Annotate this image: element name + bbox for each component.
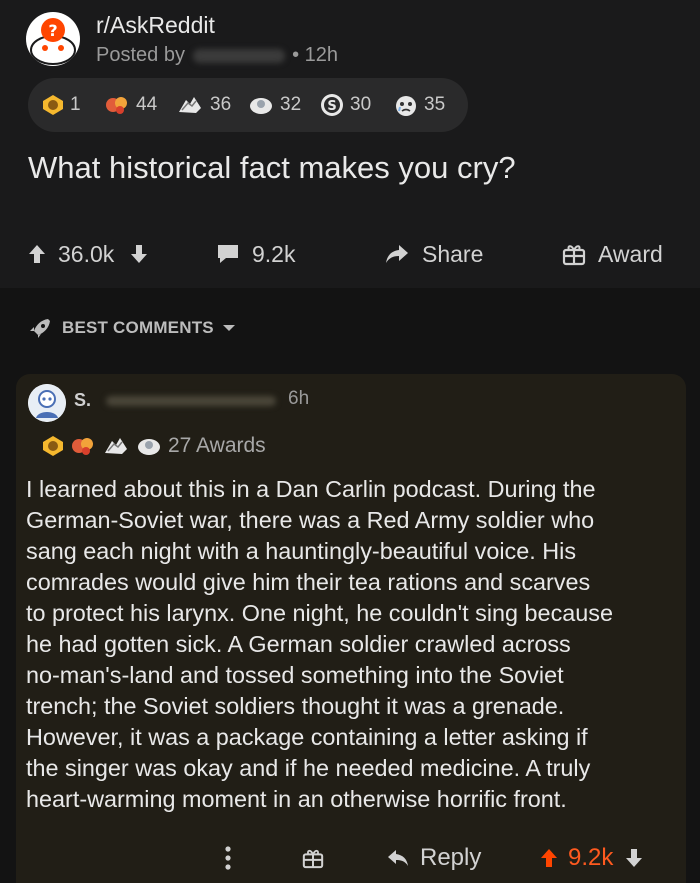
comment-line: the singer was okay and if he needed med… [26,755,591,781]
award-item: 36 [176,92,231,118]
helpful-award-icon [250,98,272,114]
give-award-button[interactable] [302,842,334,874]
gift-icon [562,245,586,266]
award-count: 44 [136,94,158,115]
award-count: 32 [280,94,302,115]
tearful-award-icon [396,96,416,116]
upvote-icon[interactable] [28,243,46,265]
share-button[interactable]: Share [384,237,483,271]
chevron-down-icon [222,325,235,331]
award-count: 36 [210,94,232,115]
comment-line: no-man's-land and tossed something into … [26,662,564,688]
reply-icon [388,850,408,866]
awards-count-label: 27 Awards [168,434,266,457]
post-time: • 12h [292,44,339,66]
comment-vote-count: 9.2k [568,844,614,871]
comment-vote-controls: 9.2k [540,842,653,874]
bravo-award-icon [179,97,201,113]
share-label: Share [422,240,484,267]
comment-line: to protect his larynx. One night, he cou… [26,600,613,626]
comment-count: 9.2k [252,240,296,267]
comment-body: I learned about this in a Dan Carlin pod… [26,474,686,815]
downvote-icon[interactable] [130,243,148,265]
comment-line: I learned about this in a Dan Carlin pod… [26,476,596,502]
comment-line: sang each night with a hauntingly-beauti… [26,538,577,564]
comments-button[interactable]: 9.2k [216,237,295,271]
award-button[interactable]: Award [562,237,663,271]
downvote-icon[interactable] [625,847,643,869]
comment-line: German-Soviet war, there was a Red Army … [26,507,595,533]
silver-award-icon: S [321,94,343,116]
subreddit-name[interactable]: r/AskReddit [96,12,215,39]
award-item: 32 [248,92,301,118]
more-options-button[interactable] [224,842,242,874]
helpful-award-icon [138,439,160,455]
svg-text:S: S [327,99,336,114]
post-title[interactable]: What historical fact makes you cry? [28,150,516,186]
posted-by-label: Posted by [96,44,185,66]
award-item: 1 [42,92,81,118]
comment-line: trench; the Soviet soldiers thought it w… [26,693,565,719]
rocket-icon [30,319,50,338]
award-count: 1 [70,94,81,115]
sort-dropdown[interactable]: BEST COMMENTS [28,314,246,342]
gift-icon [302,849,324,869]
comment-line: comrades would give him their tea ration… [26,569,591,595]
reply-label: Reply [420,844,482,871]
award-count: 30 [350,94,372,115]
bravo-award-icon [105,438,127,454]
hugz-award-icon [72,438,93,455]
redacted-username [192,48,285,63]
award-label: Award [598,240,663,267]
wholesome-award-icon [43,436,63,456]
comment-line: heart-warming moment in an otherwise hor… [26,786,567,812]
vote-controls: 36.0k [28,237,160,271]
upvote-count: 36.0k [58,240,115,267]
comment-awards[interactable]: 27 Awards [42,432,266,460]
comment-line: However, it was a package containing a l… [26,724,588,750]
share-icon [386,245,408,263]
wholesome-award-icon [43,95,63,115]
award-item: 35 [394,92,445,118]
sort-label: BEST COMMENTS [62,318,214,337]
comment-line: he had gotten sick. A German soldier cra… [26,631,571,657]
svg-text:?: ? [48,21,57,40]
redacted-username [106,396,276,406]
award-count: 35 [424,94,446,115]
comment-actions: Reply 9.2k [16,836,686,880]
comment-icon [218,245,238,263]
reply-button[interactable]: Reply [386,842,481,874]
hugz-award-icon [106,97,127,114]
post-awards[interactable]: 1 44 36 32 S 30 35 [28,78,468,132]
post-meta: Posted by • 12h [96,44,338,67]
award-item: 44 [104,92,157,118]
subreddit-avatar[interactable]: ? [26,12,80,66]
upvote-icon[interactable] [540,847,558,869]
comment-card: S. 6h 27 Awards I learned about this in … [16,374,686,883]
award-item: S 30 [320,92,371,118]
comment-time: 6h [288,388,310,409]
user-avatar[interactable] [28,384,66,422]
more-vertical-icon [225,846,231,870]
post-card: ? r/AskReddit Posted by • 12h 1 44 36 32… [0,0,700,288]
comment-username[interactable]: S. [74,390,91,411]
